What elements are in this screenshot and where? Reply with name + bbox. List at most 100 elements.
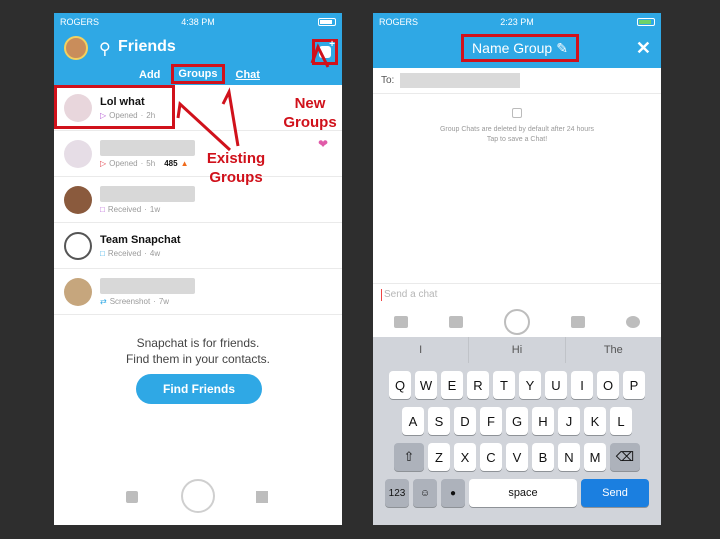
suggestion[interactable]: The [566,337,661,363]
received-square-icon: □ [100,204,105,214]
to-label: To: [381,75,395,86]
received-square-icon: □ [100,248,105,258]
battery-icon [318,17,336,26]
suggestion[interactable]: I [373,337,470,363]
tab-groups[interactable]: Groups [171,64,225,84]
suggestion[interactable]: Hi [469,337,566,363]
new-groups-annotation: New Groups [283,95,337,131]
redacted-name [100,139,195,156]
video-icon[interactable] [571,316,586,328]
heart-icon: ❤ [318,137,329,151]
search-icon[interactable]: ⚲ [99,39,111,59]
chat-icon[interactable] [126,491,138,503]
find-friends-button[interactable]: Find Friends [136,374,262,404]
keyboard-row-3: ⇧ Z X C V B N M ⌫ [373,443,661,471]
chat-row-team-snapchat[interactable]: Team Snapchat □ Received · 4w [54,223,342,269]
keyboard-row-4: 123 ☺ ● space Send [373,479,661,507]
key[interactable]: W [415,371,437,399]
carrier-label: ROGERS [60,16,100,27]
recipients-row[interactable]: To: [373,68,661,94]
chat-status: □ Received · 1w [100,204,161,214]
key[interactable]: V [506,443,528,471]
bottom-nav [54,475,342,525]
status-bar: ROGERS 4:38 PM [54,13,342,30]
new-chat-button[interactable]: + [312,39,338,65]
key[interactable]: J [558,407,580,435]
page-title: Friends [118,38,176,55]
stories-icon[interactable] [256,491,268,503]
key[interactable]: D [454,407,476,435]
capture-button[interactable] [181,479,215,513]
empty-message: Snapchat is for friends. Find them in yo… [125,336,271,366]
key[interactable]: U [545,371,567,399]
battery-icon [637,17,655,26]
group-info[interactable]: Group Chats are deleted by default after… [373,108,661,145]
emoji-key-icon[interactable]: ☺ [413,479,437,507]
opened-arrow-icon: ▷ [100,158,107,168]
key[interactable]: E [441,371,463,399]
key[interactable]: Y [519,371,541,399]
microphone-icon[interactable]: ● [441,479,465,507]
numbers-key[interactable]: 123 [385,479,409,507]
screenshot-icon: ⇄ [100,296,107,306]
key[interactable]: Z [428,443,450,471]
send-key[interactable]: Send [581,479,649,507]
profile-avatar[interactable] [64,36,88,60]
key[interactable]: L [610,407,632,435]
redacted-name [100,185,195,202]
redacted-recipients [400,73,521,88]
camera-capture-button[interactable] [503,309,530,335]
key[interactable]: X [454,443,476,471]
key[interactable]: S [428,407,450,435]
phone-icon[interactable] [448,316,463,328]
highlight-box [54,85,175,129]
shift-icon[interactable]: ⇧ [394,443,424,471]
keyboard-row-1: Q W E R T Y U I O P [373,371,661,399]
key[interactable]: T [493,371,515,399]
key[interactable]: Q [389,371,411,399]
key[interactable]: F [480,407,502,435]
key[interactable]: R [467,371,489,399]
text-cursor [381,288,382,301]
group-avatar [64,139,92,168]
existing-groups-annotation: Existing Groups [206,150,266,186]
key[interactable]: A [402,407,424,435]
space-key[interactable]: space [469,479,577,507]
streak-count: 485 [164,158,178,168]
backspace-icon[interactable]: ⌫ [610,443,640,471]
tab-bar: Add Groups Chat [136,64,263,84]
tab-chat[interactable]: Chat [233,68,263,84]
chat-input[interactable]: Send a chat [373,283,661,305]
status-bar: ROGERS 2:23 PM [373,13,661,30]
sticker-icon[interactable] [393,316,408,328]
carrier-label: ROGERS [379,16,419,27]
name-group-button[interactable]: Name Group ✎ [461,34,579,62]
chat-status: ⇄ Screenshot · 7w [100,296,170,306]
tab-add[interactable]: Add [136,68,163,84]
key[interactable]: B [532,443,554,471]
chat-row[interactable]: ⇄ Screenshot · 7w [54,269,342,315]
key[interactable]: P [623,371,645,399]
chat-status: ▷ Opened · 5h 485 ▲ [100,158,189,168]
chat-toolbar [373,307,661,337]
predictive-bar: I Hi The [373,337,661,363]
key[interactable]: K [584,407,606,435]
key[interactable]: H [532,407,554,435]
friends-screen: ROGERS 4:38 PM ⚲ Friends + Add Groups Ch… [54,13,342,525]
keyboard: I Hi The Q W E R T Y U I O P A S D F G H… [373,337,661,525]
key[interactable]: G [506,407,528,435]
key[interactable]: O [597,371,619,399]
close-icon[interactable]: ✕ [636,38,651,59]
plus-icon: + [329,39,335,50]
emoji-icon[interactable] [626,316,641,328]
key[interactable]: I [571,371,593,399]
key[interactable]: M [584,443,606,471]
friend-avatar [64,185,92,214]
chat-name: Team Snapchat [100,233,181,246]
fire-icon: ▲ [180,158,189,168]
group-header: Name Group ✎ ✕ [373,30,661,68]
key[interactable]: C [480,443,502,471]
friend-avatar [64,277,92,306]
key[interactable]: N [558,443,580,471]
chat-status: □ Received · 4w [100,248,161,258]
